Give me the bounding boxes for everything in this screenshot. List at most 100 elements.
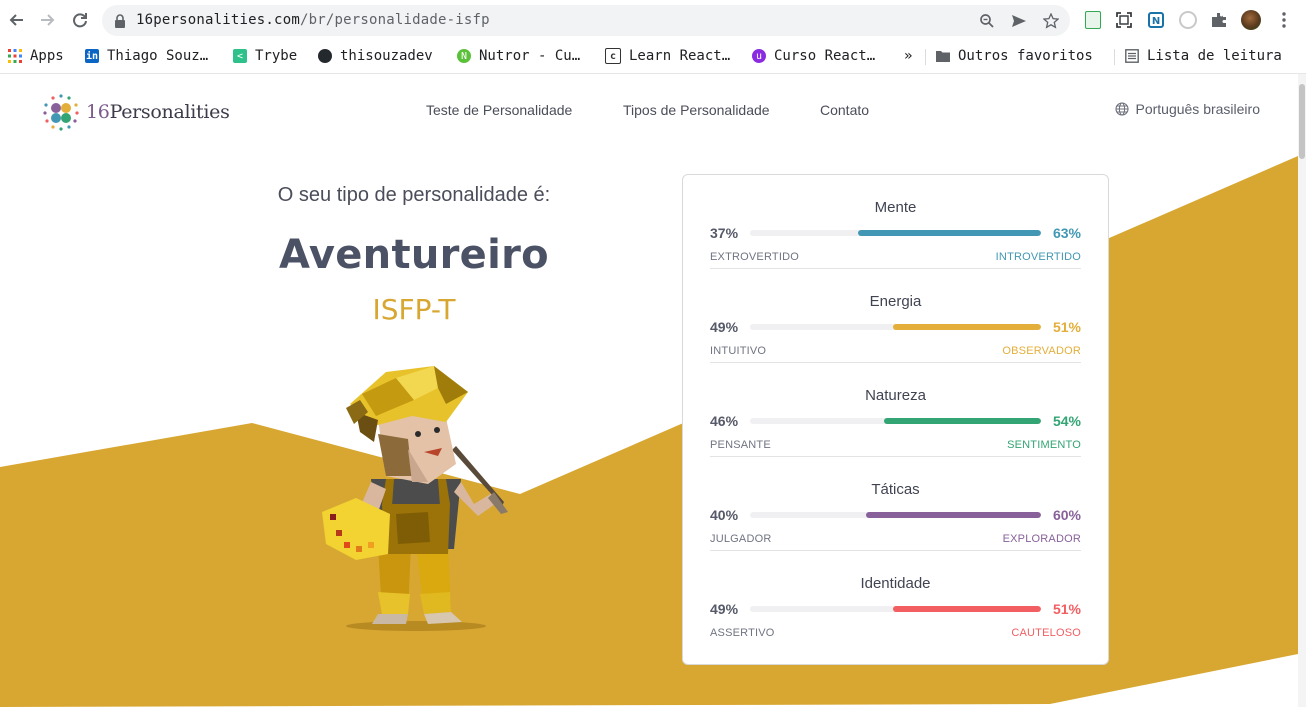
trybe-icon: <: [233, 49, 247, 63]
screenshot-icon[interactable]: [1114, 10, 1134, 30]
personality-type-code: ISFP-T: [372, 293, 456, 326]
trait-bar-fill: [883, 418, 1041, 424]
bookmark-trybe[interactable]: < Trybe: [233, 46, 297, 66]
bookmarks-bar: Apps in Thiago Souz… < Trybe thisouzadev…: [0, 41, 1306, 74]
extension-sheets-icon[interactable]: [1083, 10, 1103, 30]
trait-bar: [750, 606, 1041, 612]
other-bookmarks-folder[interactable]: Outros favoritos: [936, 46, 1093, 66]
bookmark-label: Outros favoritos: [958, 48, 1093, 64]
trait-right-label: CAUTELOSO: [1011, 627, 1081, 639]
trait-title: Energia: [869, 293, 922, 310]
send-icon[interactable]: [1010, 12, 1028, 30]
nav-personality-types[interactable]: Tipos de Personalidade: [623, 102, 770, 118]
forward-arrow-icon[interactable]: [37, 9, 59, 31]
trait-bar: [750, 418, 1041, 424]
trait-left-label: JULGADOR: [710, 533, 772, 545]
curso-react-icon: u: [752, 49, 766, 63]
bookmark-label: Curso React…: [774, 48, 876, 64]
trait-row-mind: Mente 37% 63% EXTROVERTIDO INTROVERTIDO: [710, 175, 1081, 269]
bookmark-linkedin[interactable]: in Thiago Souz…: [85, 46, 208, 66]
extensions-puzzle-icon[interactable]: [1209, 10, 1229, 30]
bookmark-label: Thiago Souz…: [107, 48, 209, 64]
trait-left-percent: 49%: [710, 601, 739, 617]
trait-right-label: OBSERVADOR: [1002, 345, 1081, 357]
bookmark-label: Trybe: [255, 48, 298, 64]
trait-title: Natureza: [865, 387, 926, 404]
trait-title: Táticas: [871, 481, 920, 498]
trait-left-label: PENSANTE: [710, 439, 771, 451]
trait-row-nature: Natureza 46% 54% PENSANTE SENTIMENTO: [710, 363, 1081, 457]
trait-bar-fill: [866, 512, 1041, 518]
trait-row-energy: Energia 49% 51% INTUITIVO OBSERVADOR: [710, 269, 1081, 363]
bookmarks-divider: [925, 49, 926, 65]
trait-right-percent: 60%: [1052, 507, 1081, 523]
extension-circle-icon[interactable]: [1178, 10, 1198, 30]
bookmark-label: Apps: [30, 48, 64, 64]
trait-left-label: ASSERTIVO: [710, 627, 775, 639]
bookmark-label: Lista de leitura: [1147, 48, 1282, 64]
personality-type-name: Aventureiro: [279, 232, 549, 278]
trait-bar-fill: [857, 230, 1041, 236]
bookmark-curso-react[interactable]: u Curso React…: [752, 46, 875, 66]
trait-left-percent: 46%: [710, 413, 739, 429]
trait-right-label: INTROVERTIDO: [995, 251, 1081, 263]
url-path: /br/personalidade-isfp: [299, 12, 490, 28]
trait-left-label: EXTROVERTIDO: [710, 251, 799, 263]
menu-kebab-icon[interactable]: [1274, 10, 1294, 30]
trait-row-identity: Identidade 49% 51% ASSERTIVO CAUTELOSO: [710, 551, 1081, 645]
bookmark-learn-react[interactable]: c Learn React…: [605, 46, 730, 66]
traits-card: Mente 37% 63% EXTROVERTIDO INTROVERTIDO …: [682, 174, 1109, 665]
bookmark-apps[interactable]: Apps: [8, 46, 64, 66]
github-icon: [318, 49, 332, 63]
bookmark-label: thisouzadev: [340, 48, 433, 64]
zoom-icon[interactable]: [978, 12, 996, 30]
trait-right-percent: 51%: [1052, 319, 1081, 335]
scrollbar-thumb[interactable]: [1299, 84, 1305, 159]
trait-right-percent: 63%: [1052, 225, 1081, 241]
bookmark-github[interactable]: thisouzadev: [318, 46, 433, 66]
notion-extension-icon[interactable]: N: [1146, 10, 1166, 30]
trait-bar-fill: [892, 606, 1041, 612]
folder-icon: [936, 49, 950, 63]
reload-icon[interactable]: [69, 9, 91, 31]
learn-react-icon: c: [605, 48, 621, 64]
nav-personality-test[interactable]: Teste de Personalidade: [426, 102, 572, 118]
back-arrow-icon[interactable]: [5, 9, 27, 31]
logo-icon: [43, 94, 79, 131]
url-text: 16personalities.com/br/personalidade-isf…: [136, 12, 490, 28]
language-label: Português brasileiro: [1135, 101, 1260, 117]
site-logo[interactable]: 16Personalities: [42, 93, 230, 131]
nav-contact[interactable]: Contato: [820, 102, 869, 118]
reading-list-button[interactable]: Lista de leitura: [1125, 46, 1282, 66]
bookmarks-divider: [1114, 49, 1115, 65]
globe-icon: [1115, 102, 1130, 116]
trait-left-label: INTUITIVO: [710, 345, 767, 357]
address-bar[interactable]: 16personalities.com/br/personalidade-isf…: [102, 5, 1070, 36]
trait-right-label: EXPLORADOR: [1002, 533, 1081, 545]
trait-right-label: SENTIMENTO: [1007, 439, 1081, 451]
adventurer-illustration: [322, 366, 508, 631]
trait-title: Identidade: [860, 575, 931, 592]
page-scrollbar[interactable]: [1298, 74, 1306, 707]
bookmark-nutror[interactable]: N Nutror - Cu…: [457, 46, 580, 66]
bookmarks-overflow-button[interactable]: »: [904, 46, 912, 66]
trait-left-percent: 40%: [710, 507, 739, 523]
trait-bar: [750, 230, 1041, 236]
bookmark-star-icon[interactable]: [1042, 12, 1060, 30]
linkedin-icon: in: [85, 49, 99, 63]
trait-right-percent: 51%: [1052, 601, 1081, 617]
site-header: 16Personalities Teste de Personalidade T…: [0, 74, 1298, 148]
trait-bar: [750, 324, 1041, 330]
profile-avatar[interactable]: [1241, 10, 1261, 30]
browser-toolbar: 16personalities.com/br/personalidade-isf…: [0, 0, 1306, 42]
trait-bar: [750, 512, 1041, 518]
language-selector[interactable]: Português brasileiro: [1115, 101, 1260, 117]
trait-bar-fill: [892, 324, 1041, 330]
trait-title: Mente: [874, 199, 917, 216]
logo-wordmark: Personalities: [109, 101, 230, 123]
lock-icon: [114, 13, 126, 32]
reading-list-icon: [1125, 49, 1139, 63]
trait-left-percent: 37%: [710, 225, 739, 241]
web-page: 16Personalities Teste de Personalidade T…: [0, 74, 1298, 707]
apps-grid-icon: [8, 49, 22, 63]
